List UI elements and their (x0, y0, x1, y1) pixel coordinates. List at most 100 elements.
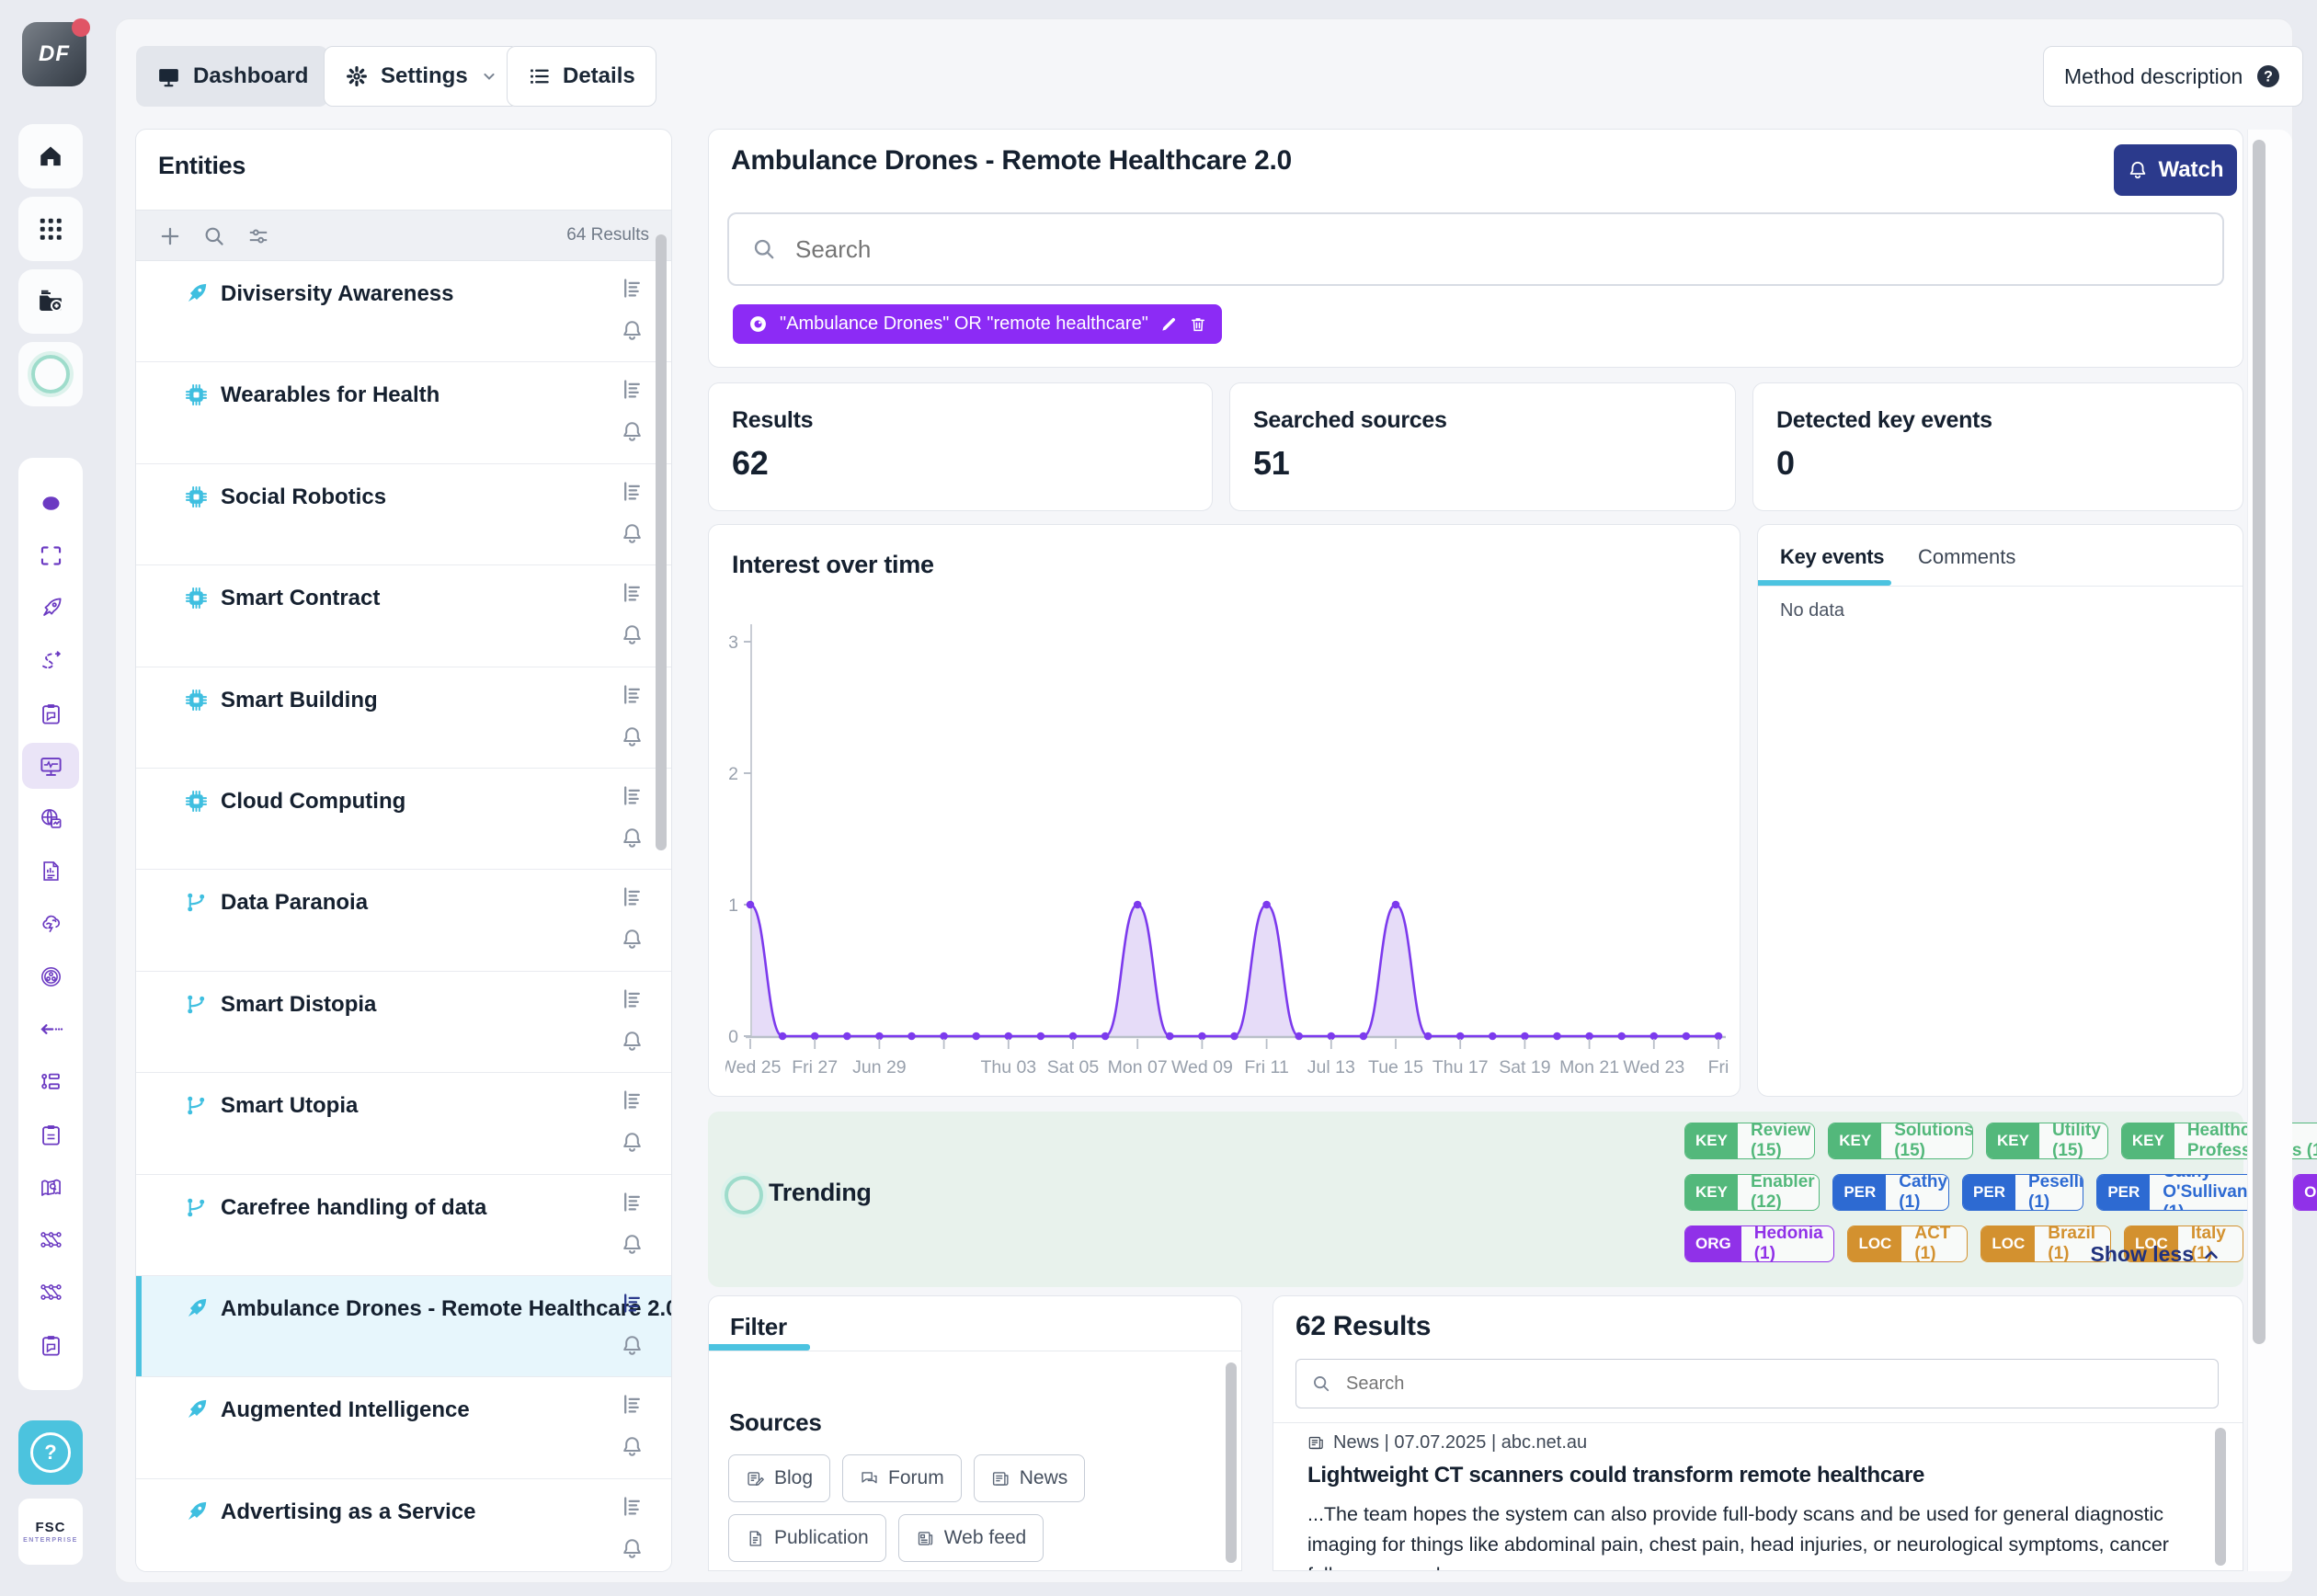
entity-chart-button[interactable] (620, 783, 645, 809)
entity-bell-button[interactable] (620, 419, 645, 445)
entity-chart-button[interactable] (620, 580, 645, 606)
sidebar-tool-network[interactable] (22, 1217, 79, 1263)
sidebar-tool-monitor-pulse-selected[interactable] (22, 743, 79, 789)
show-less-button[interactable]: Show less (2091, 1242, 2221, 1267)
search-entities-button[interactable] (202, 224, 226, 248)
entity-chart-button[interactable] (620, 682, 645, 708)
results-scrollbar-thumb[interactable] (2215, 1428, 2226, 1566)
filter-scrollbar-thumb[interactable] (1226, 1362, 1237, 1563)
entity-row[interactable]: Smart Utopia (136, 1073, 672, 1174)
entity-row[interactable]: Augmented Intelligence (136, 1377, 672, 1478)
entity-row[interactable]: Divisersity Awareness (136, 261, 672, 362)
entity-row[interactable]: Wearables for Health (136, 362, 672, 463)
tab-dashboard[interactable]: Dashboard (136, 46, 328, 107)
entity-bell-button[interactable] (620, 1333, 645, 1359)
entity-chart-button[interactable] (620, 1190, 645, 1215)
trending-tag[interactable]: KEY Enabler (12) (1684, 1174, 1820, 1211)
trending-tag[interactable]: LOC ACT (1) (1847, 1226, 1968, 1262)
entity-bell-button[interactable] (620, 1434, 645, 1460)
trending-tag[interactable]: PER Peselli (1) (1962, 1174, 2083, 1211)
nav-home-button[interactable] (18, 124, 83, 188)
entity-row[interactable]: Smart Distopia (136, 972, 672, 1073)
main-search-box[interactable] (727, 212, 2224, 286)
entity-bell-button[interactable] (620, 927, 645, 952)
source-filter-forum-button[interactable]: Forum (842, 1454, 962, 1502)
sidebar-tool-network[interactable] (22, 1270, 79, 1316)
trending-tag[interactable]: ORG Hedonia (1) (1684, 1226, 1834, 1262)
sidebar-tool-clipboard[interactable] (22, 1112, 79, 1157)
entity-bell-button[interactable] (620, 1536, 645, 1562)
tab-comments[interactable]: Comments (1918, 545, 2015, 569)
sidebar-tool-route[interactable] (22, 638, 79, 684)
sidebar-tool-clipboard-chat[interactable] (22, 1322, 79, 1368)
sidebar-tool-brain[interactable] (22, 901, 79, 947)
source-filter-blog-button[interactable]: Blog (728, 1454, 830, 1502)
entity-chart-button[interactable] (620, 1291, 645, 1317)
results-search-box[interactable] (1295, 1359, 2219, 1408)
add-entity-button[interactable] (158, 224, 182, 248)
entity-bell-button[interactable] (620, 826, 645, 851)
source-filter-web-feed-button[interactable]: Web feed (898, 1514, 1044, 1562)
entity-chart-button[interactable] (620, 1392, 645, 1418)
nav-spinner-button[interactable] (18, 342, 83, 406)
sidebar-tool-rocket-outline[interactable] (22, 586, 79, 632)
sidebar-tool-arrow-left[interactable] (22, 1007, 79, 1053)
entity-bell-button[interactable] (620, 1130, 645, 1156)
entity-row[interactable]: Social Robotics (136, 464, 672, 565)
entity-row[interactable]: Smart Contract (136, 565, 672, 667)
trending-tag[interactable]: ORG Verizon Business (1) (2293, 1174, 2317, 1211)
pencil-icon[interactable] (1159, 315, 1178, 334)
entity-bell-button[interactable] (620, 1029, 645, 1054)
entity-chart-button[interactable] (620, 479, 645, 505)
entity-bell-button[interactable] (620, 622, 645, 648)
entity-row-selected[interactable]: Ambulance Drones - Remote Healthcare 2.0 (136, 1276, 672, 1377)
results-search-input[interactable] (1344, 1373, 2175, 1396)
entity-chart-button[interactable] (620, 1088, 645, 1113)
source-filter-publication-button[interactable]: Publication (728, 1514, 886, 1562)
trending-tag[interactable]: PER Cathy (1) (1832, 1174, 1949, 1211)
sidebar-tool-map[interactable] (22, 1164, 79, 1210)
entity-bell-button[interactable] (620, 1232, 645, 1258)
entity-chart-button[interactable] (620, 276, 645, 302)
trending-tag[interactable]: KEY Review (15) (1684, 1123, 1815, 1159)
entity-chart-button[interactable] (620, 884, 645, 910)
tab-key-events[interactable]: Key events (1780, 545, 1884, 569)
method-description-button[interactable]: Method description ? (2043, 46, 2303, 107)
main-scrollbar-thumb[interactable] (2253, 140, 2266, 1344)
sidebar-tool-doc-chart[interactable] (22, 849, 79, 895)
entity-chart-button[interactable] (620, 377, 645, 403)
entity-row[interactable]: Cloud Computing (136, 769, 672, 870)
avatar[interactable]: DF (22, 22, 86, 86)
entity-bell-button[interactable] (620, 724, 645, 750)
sidebar-tool-crop[interactable] (22, 532, 79, 578)
result-item[interactable]: News | 07.07.2025 | abc.net.auLightweigh… (1307, 1432, 2213, 1571)
sidebar-tool-dot[interactable] (22, 480, 79, 526)
nav-folder-add-button[interactable] (18, 269, 83, 334)
trending-tag[interactable]: KEY Utility (15) (1986, 1123, 2108, 1159)
entity-row[interactable]: Advertising as a Service (136, 1479, 672, 1572)
watch-button[interactable]: Watch (2114, 144, 2237, 196)
entities-scrollbar-vert[interactable] (656, 234, 667, 850)
entity-chart-button[interactable] (620, 986, 645, 1012)
filter-entities-button[interactable] (246, 224, 270, 248)
entity-row[interactable]: Carefree handling of data (136, 1175, 672, 1276)
trending-tag[interactable]: KEY Solutions (15) (1828, 1123, 1973, 1159)
tab-details[interactable]: Details (507, 46, 656, 107)
entity-bell-button[interactable] (620, 318, 645, 344)
sidebar-tool-wheel[interactable] (22, 953, 79, 999)
sidebar-tool-globe-chart[interactable] (22, 796, 79, 842)
query-pill[interactable]: "Ambulance Drones" OR "remote healthcare… (733, 304, 1222, 344)
source-filter-news-button[interactable]: News (974, 1454, 1086, 1502)
sidebar-tool-clipboard-chat[interactable] (22, 690, 79, 736)
entity-row[interactable]: Data Paranoia (136, 870, 672, 971)
main-search-input[interactable] (793, 234, 2176, 265)
trash-icon[interactable] (1189, 315, 1207, 334)
entity-name: Divisersity Awareness (221, 281, 662, 307)
help-button[interactable]: ? (18, 1420, 83, 1485)
entity-chart-button[interactable] (620, 1494, 645, 1520)
tab-settings[interactable]: Settings (324, 46, 519, 107)
nav-apps-button[interactable] (18, 197, 83, 261)
entity-row[interactable]: Smart Building (136, 667, 672, 769)
entity-bell-button[interactable] (620, 521, 645, 547)
sidebar-tool-timeline[interactable] (22, 1059, 79, 1105)
